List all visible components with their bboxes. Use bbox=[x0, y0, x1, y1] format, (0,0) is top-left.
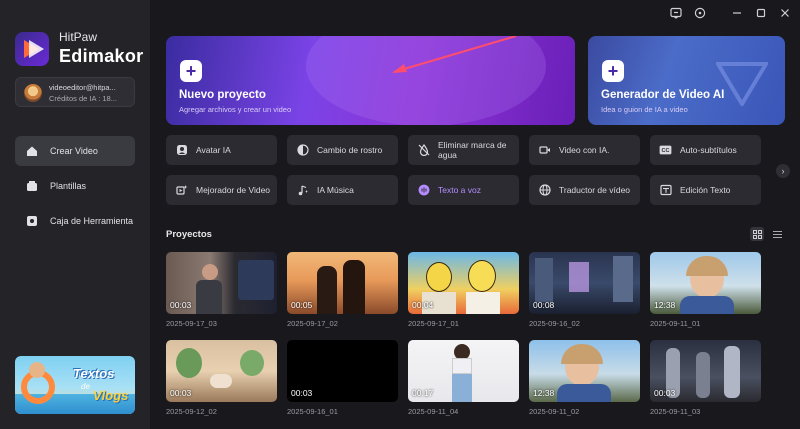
brand-name: Edimakor bbox=[59, 46, 144, 66]
nav-item-templates[interactable]: Plantillas bbox=[15, 171, 135, 201]
project-thumbnail[interactable]: 00:04 bbox=[408, 252, 519, 314]
banner-text-2: de bbox=[81, 382, 90, 391]
project-thumbnail[interactable]: 00:08 bbox=[529, 252, 640, 314]
banner-text-1: Textos bbox=[73, 366, 115, 381]
feature-video-translator[interactable]: Traductor de vídeo bbox=[529, 175, 640, 205]
settings-icon[interactable] bbox=[693, 6, 707, 20]
project-thumbnail[interactable]: 00:05 bbox=[287, 252, 398, 314]
music-icon bbox=[296, 184, 309, 197]
feature-video-enhancer[interactable]: Mejorador de Video bbox=[166, 175, 277, 205]
project-thumbnail[interactable]: 00:03 bbox=[287, 340, 398, 402]
new-project-title: Nuevo proyecto bbox=[179, 89, 266, 101]
ai-generator-title: Generador de Video AI bbox=[601, 89, 725, 101]
project-thumbnail[interactable]: 00:17 bbox=[408, 340, 519, 402]
toolbox-icon bbox=[26, 215, 38, 227]
grid-view-icon[interactable] bbox=[750, 227, 764, 241]
cc-icon: CC bbox=[659, 144, 672, 157]
project-duration: 12:38 bbox=[654, 300, 676, 310]
account-email: videoeditor@hitpa... bbox=[49, 83, 116, 92]
project-name[interactable]: 2025-09-17_01 bbox=[408, 319, 459, 328]
project-duration: 12:38 bbox=[533, 388, 555, 398]
promo-banner[interactable]: Textos de Vlogs bbox=[15, 356, 135, 414]
ai-generator-subtitle: Idea o guion de IA a video bbox=[601, 105, 688, 114]
minimize-icon[interactable] bbox=[730, 6, 744, 20]
project-duration: 00:03 bbox=[170, 300, 192, 310]
main-panel: + Nuevo proyecto Agregar archivos y crea… bbox=[150, 0, 800, 429]
nav-item-label: Plantillas bbox=[50, 181, 87, 191]
svg-text:CC: CC bbox=[662, 148, 670, 154]
project-name[interactable]: 2025-09-11_02 bbox=[529, 407, 579, 416]
face-swap-icon bbox=[296, 144, 309, 157]
project-name[interactable]: 2025-09-16_02 bbox=[529, 319, 580, 328]
project-thumbnail[interactable]: 00:03 bbox=[650, 340, 761, 402]
app-window: HitPaw Edimakor videoeditor@hitpa... Cré… bbox=[0, 0, 800, 429]
text-edit-icon bbox=[659, 184, 672, 197]
avatar bbox=[24, 84, 42, 102]
avatar-icon bbox=[175, 144, 188, 157]
account-card[interactable]: videoeditor@hitpa... Créditos de IA : 18… bbox=[15, 77, 135, 107]
plus-icon: + bbox=[180, 60, 202, 82]
project-duration: 00:05 bbox=[291, 300, 313, 310]
project-thumbnail[interactable]: 00:03 bbox=[166, 252, 277, 314]
project-duration: 00:17 bbox=[412, 388, 434, 398]
feature-ai-music[interactable]: IA Música bbox=[287, 175, 398, 205]
feature-ai-video[interactable]: Video con IA. bbox=[529, 135, 640, 165]
project-name[interactable]: 2025-09-11_04 bbox=[408, 407, 458, 416]
list-view-icon[interactable] bbox=[770, 227, 784, 241]
translate-icon bbox=[538, 184, 551, 197]
nav-item-toolbox[interactable]: Caja de Herramienta bbox=[15, 206, 135, 236]
feedback-icon[interactable] bbox=[669, 6, 683, 20]
feature-remove-watermark[interactable]: Eliminar marca de agua bbox=[408, 135, 519, 165]
feature-text-to-speech[interactable]: Texto a voz bbox=[408, 175, 519, 205]
watermark-remove-icon bbox=[417, 144, 430, 157]
project-duration: 00:03 bbox=[654, 388, 676, 398]
ai-video-icon bbox=[538, 144, 551, 157]
project-thumbnail[interactable]: 12:38 bbox=[650, 252, 761, 314]
feature-text-editing[interactable]: Edición Texto bbox=[650, 175, 761, 205]
nav-item-label: Crear Video bbox=[50, 146, 98, 156]
maximize-icon[interactable] bbox=[754, 6, 768, 20]
close-icon[interactable] bbox=[778, 6, 792, 20]
chevron-right-icon[interactable]: › bbox=[776, 164, 790, 178]
feature-auto-subtitles[interactable]: CC Auto-subtítulos bbox=[650, 135, 761, 165]
ai-video-generator-card[interactable]: + Generador de Video AI Idea o guion de … bbox=[588, 36, 785, 125]
project-duration: 00:03 bbox=[291, 388, 313, 398]
new-project-card[interactable]: + Nuevo proyecto Agregar archivos y crea… bbox=[166, 36, 575, 125]
nav-item-label: Caja de Herramienta bbox=[50, 216, 134, 226]
project-name[interactable]: 2025-09-11_03 bbox=[650, 407, 700, 416]
feature-face-swap[interactable]: Cambio de rostro bbox=[287, 135, 398, 165]
template-icon bbox=[26, 180, 38, 192]
new-project-subtitle: Agregar archivos y crear un video bbox=[179, 105, 292, 114]
projects-title: Proyectos bbox=[166, 229, 212, 240]
project-duration: 00:03 bbox=[170, 388, 192, 398]
project-thumbnail[interactable]: 00:03 bbox=[166, 340, 277, 402]
project-thumbnail[interactable]: 12:38 bbox=[529, 340, 640, 402]
sidebar: HitPaw Edimakor videoeditor@hitpa... Cré… bbox=[0, 0, 150, 429]
project-name[interactable]: 2025-09-17_03 bbox=[166, 319, 217, 328]
project-name[interactable]: 2025-09-12_02 bbox=[166, 407, 217, 416]
plus-icon: + bbox=[602, 60, 624, 82]
video-enhance-icon bbox=[175, 184, 188, 197]
project-name[interactable]: 2025-09-17_02 bbox=[287, 319, 338, 328]
project-name[interactable]: 2025-09-16_01 bbox=[287, 407, 338, 416]
tts-icon bbox=[417, 184, 430, 197]
banner-text-3: Vlogs bbox=[93, 388, 129, 403]
app-logo bbox=[15, 32, 49, 66]
nav-item-create-video[interactable]: Crear Video bbox=[15, 136, 135, 166]
home-icon bbox=[26, 145, 38, 157]
brand-name-top: HitPaw bbox=[59, 30, 98, 44]
project-duration: 00:04 bbox=[412, 300, 434, 310]
project-duration: 00:08 bbox=[533, 300, 555, 310]
project-name[interactable]: 2025-09-11_01 bbox=[650, 319, 700, 328]
account-credits: Créditos de IA : 18... bbox=[49, 94, 117, 103]
feature-avatar-ia[interactable]: Avatar IA bbox=[166, 135, 277, 165]
